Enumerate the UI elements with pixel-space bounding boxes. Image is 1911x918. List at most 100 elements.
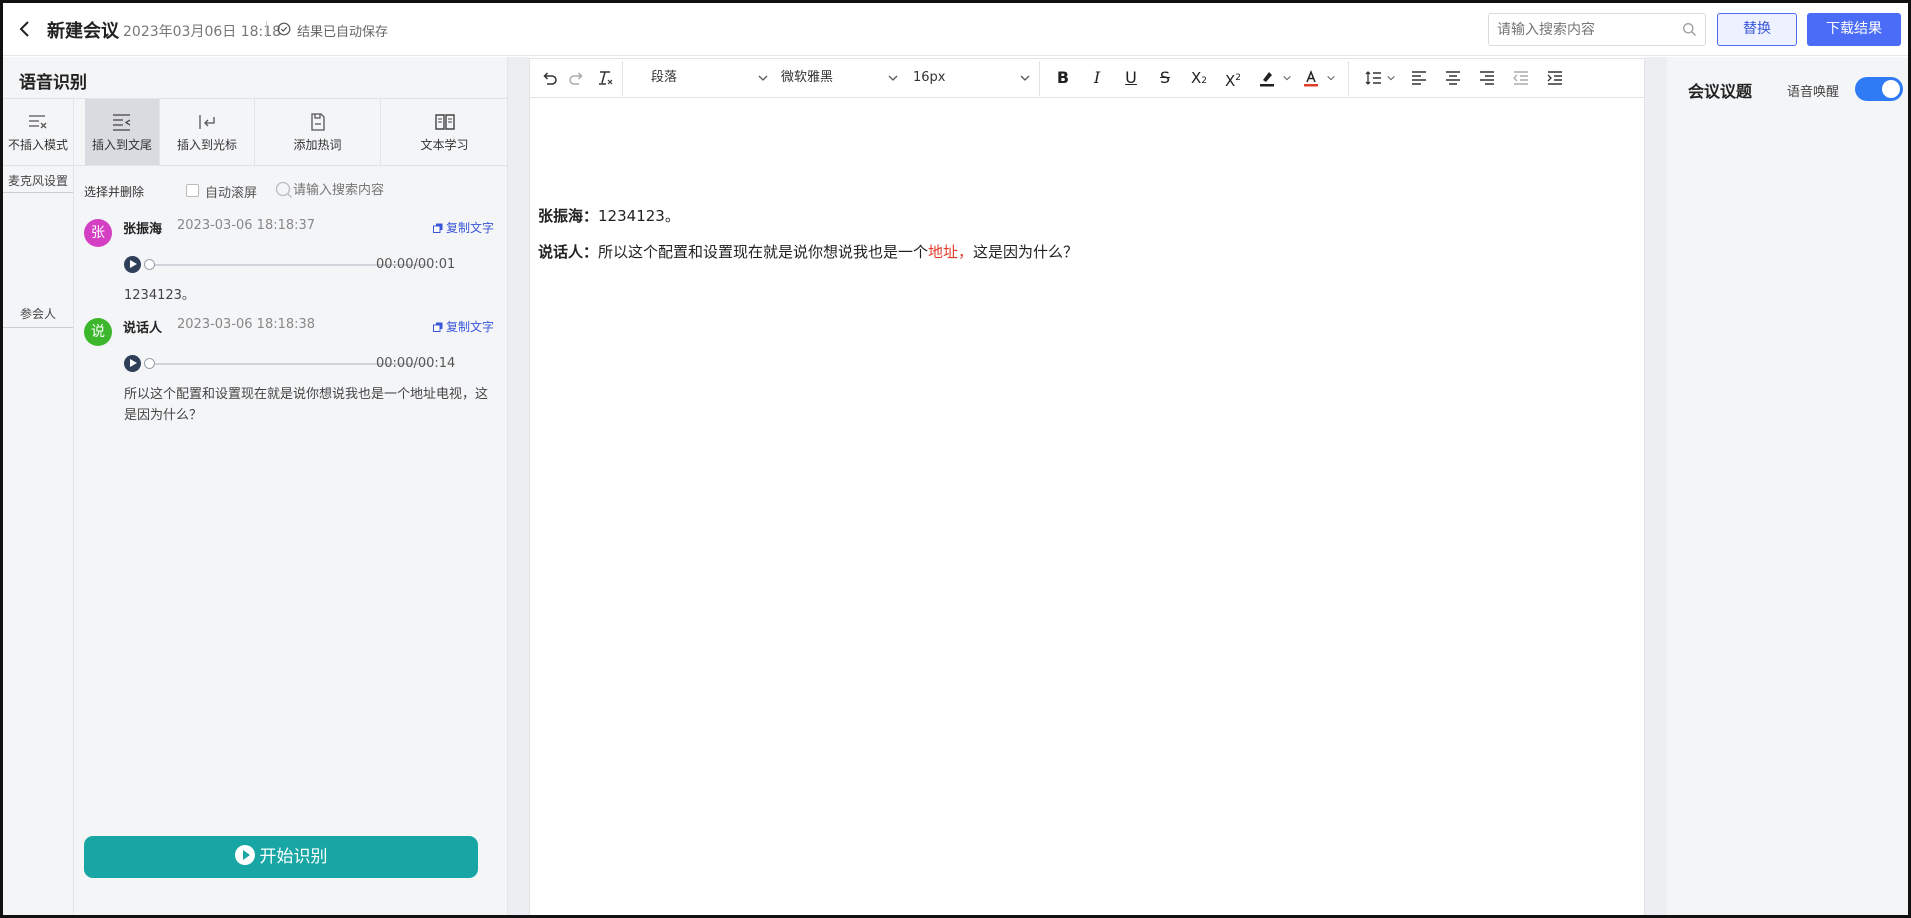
font-color-button[interactable]: [1300, 67, 1322, 89]
document-paragraph[interactable]: 张振海：1234123。: [538, 205, 680, 226]
header-search-input[interactable]: [1488, 13, 1706, 46]
divider: [3, 192, 73, 193]
outdent-icon: [1513, 71, 1528, 85]
audio-progress-knob[interactable]: [144, 259, 155, 270]
align-center-icon: [1446, 71, 1460, 85]
align-left-button[interactable]: [1408, 67, 1430, 89]
mode-label: 文本学习: [420, 138, 469, 152]
block-format-value: 段落: [651, 70, 678, 85]
copy-icon: [433, 223, 443, 233]
doc-text: 所以这个配置和设置现在就是说你想说我也是一个: [598, 243, 929, 261]
start-recognition-button[interactable]: 开始识别: [84, 836, 478, 878]
meeting-datetime: 2023年03月06日 18:18: [123, 24, 282, 40]
indent-icon: [1547, 71, 1562, 85]
insert-end-icon: [113, 114, 131, 131]
speech-recognition-panel: 语音识别 不插入模式 插入到文尾 插入到光标 添加热词 文本学习 麦克风设置 参…: [3, 57, 508, 915]
autosave-status: 结果已自动保存: [297, 25, 389, 40]
bold-icon[interactable]: B: [1052, 67, 1074, 89]
line-height-button[interactable]: [1362, 67, 1384, 89]
play-button[interactable]: [124, 355, 141, 372]
book-icon: [434, 114, 455, 130]
undo-button[interactable]: [538, 67, 560, 89]
doc-text: 1234123。: [598, 207, 680, 225]
toolbar-divider: [1039, 61, 1040, 96]
font-family-value: 微软雅黑: [781, 70, 834, 85]
document-paragraph[interactable]: 说话人：所以这个配置和设置现在就是说你想说我也是一个地址，这是因为什么？: [538, 241, 1078, 262]
underline-icon[interactable]: U: [1120, 67, 1142, 89]
back-arrow-icon[interactable]: [15, 19, 35, 39]
copy-label: 复制文字: [446, 221, 495, 235]
text-learning-button[interactable]: 文本学习: [381, 99, 508, 165]
download-results-button[interactable]: 下载结果: [1807, 13, 1901, 46]
font-family-select[interactable]: 微软雅黑: [781, 67, 899, 89]
doc-speaker-label: 张振海：: [538, 207, 599, 225]
search-icon[interactable]: [1682, 22, 1697, 37]
mode-insert-end[interactable]: 插入到文尾: [85, 99, 160, 165]
mode-no-insert[interactable]: 不插入模式: [3, 99, 74, 165]
subscript-icon[interactable]: X2: [1188, 67, 1210, 89]
align-center-button[interactable]: [1442, 67, 1464, 89]
chevron-down-icon[interactable]: [1326, 73, 1336, 83]
indent-button[interactable]: [1544, 67, 1566, 89]
chevron-down-icon[interactable]: [1282, 73, 1292, 83]
toolbar-divider: [1348, 61, 1349, 96]
avatar: 张: [84, 219, 112, 247]
font-size-select[interactable]: 16px: [913, 67, 1031, 89]
replace-button[interactable]: 替换: [1717, 13, 1797, 46]
doc-highlighted-text: 地址，: [928, 243, 974, 261]
italic-icon[interactable]: I: [1086, 67, 1108, 89]
message-timestamp: 2023-03-06 18:18:38: [177, 317, 316, 332]
toolbar-divider: [622, 61, 623, 96]
audio-progress-knob[interactable]: [144, 358, 155, 369]
transcript-text: 1234123。: [124, 288, 195, 303]
panel-gutter: [508, 57, 529, 915]
clear-format-icon: [599, 71, 613, 85]
top-header: 新建会议 2023年03月06日 18:18 结果已自动保存 替换 下载结果: [3, 3, 1908, 56]
auto-scroll-checkbox[interactable]: [186, 184, 199, 197]
chevron-down-icon[interactable]: [1386, 73, 1396, 83]
doc-speaker-label: 说话人：: [538, 243, 599, 261]
copy-text-button[interactable]: 复制文字: [433, 318, 494, 335]
insert-mode-bar: 不插入模式 插入到文尾 插入到光标 添加热词 文本学习: [3, 99, 508, 165]
block-format-select[interactable]: 段落: [651, 67, 769, 89]
outdent-button[interactable]: [1510, 67, 1532, 89]
font-color-icon: [1304, 69, 1318, 87]
undo-icon: [543, 72, 557, 85]
side-tabs: 麦克风设置 参会人: [3, 166, 74, 915]
panel-gutter: [1645, 57, 1667, 915]
avatar: 说: [84, 318, 112, 346]
audio-duration: 00:00/00:01: [376, 257, 456, 272]
tab-participants[interactable]: 参会人: [3, 302, 73, 328]
line-height-icon: [1365, 71, 1381, 85]
copy-text-button[interactable]: 复制文字: [433, 219, 494, 236]
mode-label: 插入到光标: [176, 138, 237, 152]
page-title: 新建会议: [47, 21, 119, 42]
insert-cursor-icon: [199, 115, 215, 129]
voice-wake-toggle[interactable]: [1855, 77, 1903, 101]
transcript-text: 所以这个配置和设置现在就是说你想说我也是一个地址电视，这是因为什么？: [124, 387, 489, 423]
strikethrough-icon[interactable]: S: [1154, 67, 1176, 89]
font-size-value: 16px: [913, 70, 946, 85]
select-delete-button[interactable]: 选择并删除: [84, 183, 144, 200]
tab-microphone-settings[interactable]: 麦克风设置: [3, 170, 73, 192]
highlight-color-button[interactable]: [1256, 67, 1278, 89]
doc-text: 这是因为什么？: [973, 243, 1079, 261]
align-right-button[interactable]: [1476, 67, 1498, 89]
editor-toolbar: 段落 微软雅黑 16px B I U S X2 X2: [530, 59, 1644, 98]
mode-label: 不插入模式: [7, 138, 68, 152]
chevron-down-icon: [888, 75, 898, 81]
superscript-icon[interactable]: X2: [1222, 67, 1244, 90]
search-icon: [275, 181, 292, 198]
play-button[interactable]: [124, 256, 141, 273]
add-hotword-button[interactable]: 添加热词: [255, 99, 381, 165]
meeting-agenda-panel: 会议议题 语音唤醒: [1667, 57, 1908, 915]
no-insert-icon: [29, 115, 47, 129]
copy-label: 复制文字: [446, 320, 495, 334]
transcript-search-input[interactable]: [293, 177, 493, 203]
chevron-down-icon: [758, 75, 768, 81]
app-window: 新建会议 2023年03月06日 18:18 结果已自动保存 替换 下载结果 语…: [0, 0, 1911, 918]
clear-format-button[interactable]: [594, 67, 616, 89]
redo-button[interactable]: [566, 67, 588, 89]
mode-insert-cursor[interactable]: 插入到光标: [160, 99, 255, 165]
speaker-name: 张振海: [123, 222, 163, 237]
